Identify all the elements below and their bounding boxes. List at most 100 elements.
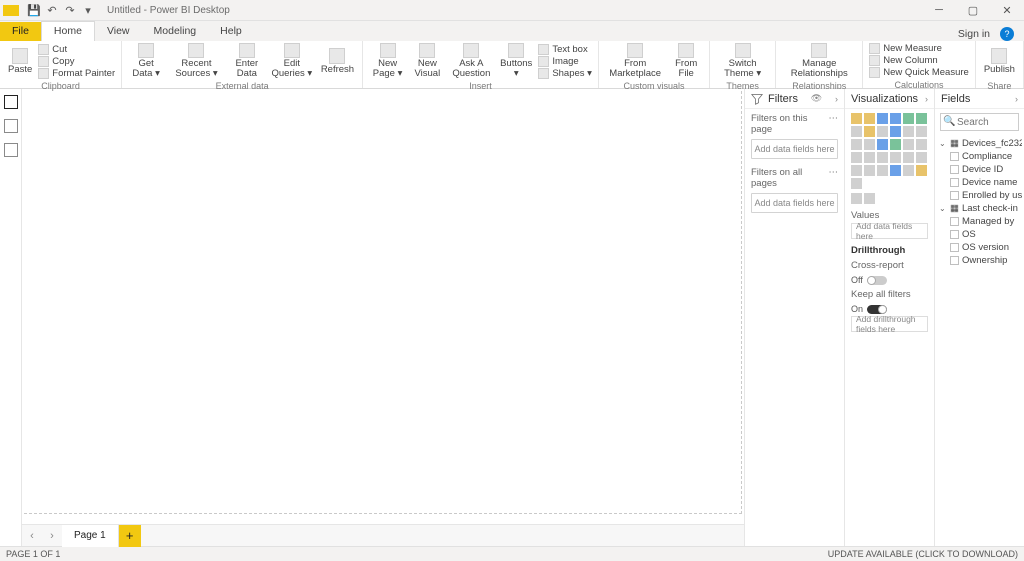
viz-type-icon[interactable]: [890, 152, 901, 163]
field-item[interactable]: Device name: [937, 176, 1022, 189]
tab-home[interactable]: Home: [41, 21, 95, 41]
viz-type-icon[interactable]: [890, 126, 901, 137]
viz-type-icon[interactable]: [851, 165, 862, 176]
more-icon[interactable]: ⋯: [829, 167, 839, 189]
get-data-button[interactable]: Get Data ▾: [126, 43, 166, 79]
ask-question-button[interactable]: Ask A Question: [447, 43, 497, 79]
viz-type-icon[interactable]: [864, 152, 875, 163]
field-item[interactable]: Ownership: [937, 254, 1022, 267]
qat-dropdown-icon[interactable]: ▾: [81, 3, 95, 17]
format-painter-button[interactable]: Format Painter: [38, 68, 115, 79]
image-button[interactable]: Image: [538, 56, 592, 67]
drillthrough-drop[interactable]: Add drillthrough fields here: [851, 316, 928, 332]
report-view-icon[interactable]: [4, 95, 18, 109]
undo-icon[interactable]: ↶: [45, 3, 59, 17]
viz-type-icon[interactable]: [903, 165, 914, 176]
viz-type-icon[interactable]: [851, 126, 862, 137]
add-page-button[interactable]: +: [119, 525, 141, 547]
viz-type-icon[interactable]: [916, 165, 927, 176]
field-item[interactable]: Enrolled by us...: [937, 189, 1022, 202]
viz-more-icon[interactable]: [851, 178, 862, 189]
page-prev[interactable]: ‹: [22, 530, 42, 542]
viz-type-icon[interactable]: [903, 152, 914, 163]
enter-data-button[interactable]: Enter Data: [227, 43, 267, 79]
viz-type-icon[interactable]: [851, 152, 862, 163]
new-column-button[interactable]: New Column: [869, 55, 969, 66]
filters-all-pages-drop[interactable]: Add data fields here: [751, 193, 838, 213]
field-item[interactable]: Managed by: [937, 215, 1022, 228]
tab-help[interactable]: Help: [208, 22, 254, 41]
viz-type-icon[interactable]: [903, 139, 914, 150]
viz-type-icon[interactable]: [890, 113, 901, 124]
from-file-button[interactable]: From File: [667, 43, 705, 79]
keep-filters-toggle[interactable]: [867, 305, 887, 314]
minimize-button[interactable]: ─: [922, 0, 956, 21]
fields-search[interactable]: 🔍: [940, 113, 1019, 131]
field-item[interactable]: Device ID: [937, 163, 1022, 176]
fields-collapse-icon[interactable]: ›: [1015, 94, 1018, 104]
viz-type-icon[interactable]: [851, 113, 862, 124]
format-tab-icon[interactable]: [864, 193, 875, 204]
field-item[interactable]: ⌄▦Last check-in: [937, 202, 1022, 215]
viz-type-icon[interactable]: [864, 126, 875, 137]
viz-type-icon[interactable]: [877, 165, 888, 176]
new-quick-measure-button[interactable]: New Quick Measure: [869, 67, 969, 78]
viz-type-icon[interactable]: [864, 165, 875, 176]
table-node[interactable]: ⌄▦Devices_fc2320d2-9...: [937, 137, 1022, 150]
cut-button[interactable]: Cut: [38, 44, 115, 55]
tab-modeling[interactable]: Modeling: [142, 22, 209, 41]
close-button[interactable]: ✕: [990, 0, 1024, 21]
maximize-button[interactable]: ▢: [956, 0, 990, 21]
tab-view[interactable]: View: [95, 22, 142, 41]
from-marketplace-button[interactable]: From Marketplace: [603, 43, 667, 79]
viz-type-icon[interactable]: [890, 139, 901, 150]
data-view-icon[interactable]: [4, 119, 18, 133]
values-drop[interactable]: Add data fields here: [851, 223, 928, 239]
viz-type-icon[interactable]: [877, 152, 888, 163]
cross-report-toggle[interactable]: [867, 276, 887, 285]
save-icon[interactable]: 💾: [27, 3, 41, 17]
tab-file[interactable]: File: [0, 22, 41, 41]
viz-type-icon[interactable]: [877, 139, 888, 150]
sign-in-link[interactable]: Sign in: [958, 28, 990, 40]
recent-sources-button[interactable]: Recent Sources ▾: [166, 43, 227, 79]
manage-relationships-button[interactable]: Manage Relationships: [780, 43, 858, 79]
new-measure-button[interactable]: New Measure: [869, 43, 969, 54]
report-canvas[interactable]: [24, 91, 742, 524]
filters-options-icon[interactable]: 👁: [811, 93, 822, 104]
page-tab-1[interactable]: Page 1: [62, 525, 119, 547]
buttons-button[interactable]: Buttons ▾: [496, 43, 536, 79]
textbox-button[interactable]: Text box: [538, 44, 592, 55]
new-visual-button[interactable]: New Visual: [408, 43, 447, 79]
page-next[interactable]: ›: [42, 530, 62, 542]
help-icon[interactable]: ?: [1000, 27, 1014, 41]
publish-button[interactable]: Publish: [980, 43, 1019, 79]
more-icon[interactable]: ⋯: [829, 113, 839, 135]
edit-queries-button[interactable]: Edit Queries ▾: [267, 43, 317, 79]
viz-type-icon[interactable]: [916, 152, 927, 163]
update-available[interactable]: UPDATE AVAILABLE (CLICK TO DOWNLOAD): [828, 549, 1018, 559]
viz-type-icon[interactable]: [851, 139, 862, 150]
redo-icon[interactable]: ↷: [63, 3, 77, 17]
viz-type-icon[interactable]: [877, 126, 888, 137]
paste-button[interactable]: Paste: [4, 43, 36, 79]
switch-theme-button[interactable]: Switch Theme ▾: [714, 43, 771, 79]
viz-type-icon[interactable]: [864, 113, 875, 124]
viz-type-icon[interactable]: [864, 139, 875, 150]
viz-type-icon[interactable]: [877, 113, 888, 124]
fields-tab-icon[interactable]: [851, 193, 862, 204]
viz-type-icon[interactable]: [890, 165, 901, 176]
viz-collapse-icon[interactable]: ›: [925, 94, 928, 104]
filters-this-page-drop[interactable]: Add data fields here: [751, 139, 838, 159]
field-item[interactable]: Compliance: [937, 150, 1022, 163]
new-page-button[interactable]: New Page ▾: [367, 43, 408, 79]
viz-type-icon[interactable]: [903, 113, 914, 124]
shapes-button[interactable]: Shapes ▾: [538, 68, 592, 79]
viz-type-icon[interactable]: [916, 113, 927, 124]
model-view-icon[interactable]: [4, 143, 18, 157]
viz-type-icon[interactable]: [903, 126, 914, 137]
viz-type-icon[interactable]: [916, 126, 927, 137]
field-item[interactable]: OS: [937, 228, 1022, 241]
copy-button[interactable]: Copy: [38, 56, 115, 67]
field-item[interactable]: OS version: [937, 241, 1022, 254]
